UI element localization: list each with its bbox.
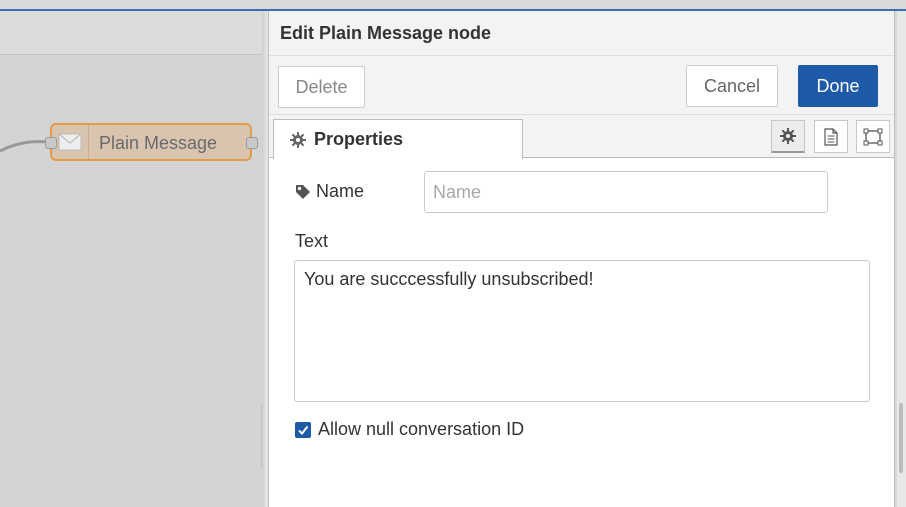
tab-appearance-button[interactable]	[856, 120, 890, 153]
tray-header: Edit Plain Message node	[269, 11, 894, 56]
tab-properties-label: Properties	[314, 129, 404, 149]
gear-icon	[780, 128, 796, 144]
description-icon	[824, 127, 838, 146]
right-scrollbar[interactable]	[897, 11, 906, 507]
name-input[interactable]	[424, 171, 828, 213]
tray-tabs: Properties	[269, 115, 894, 159]
envelope-icon	[52, 125, 89, 159]
name-label-text: Name	[316, 181, 365, 201]
name-field-label: Name	[295, 181, 364, 202]
tab-properties[interactable]: Properties	[273, 119, 523, 159]
allow-null-conversation-label: Allow null conversation ID	[318, 419, 525, 439]
tray-toolbar: Delete Cancel Done	[269, 56, 894, 115]
flow-node-plain-message[interactable]: Plain Message	[45, 123, 258, 161]
allow-null-conversation-row[interactable]: Allow null conversation ID	[295, 419, 524, 440]
node-output-port[interactable]	[246, 137, 258, 149]
tray-title: Edit Plain Message node	[280, 23, 492, 43]
text-field-label: Text	[295, 231, 329, 251]
workspace-canvas[interactable]: Plain Message	[0, 11, 262, 507]
appearance-icon	[863, 128, 883, 145]
done-button[interactable]: Done	[798, 65, 878, 107]
edit-tray: Edit Plain Message node Delete Cancel Do…	[268, 11, 895, 507]
scrollbar-thumb[interactable]	[899, 403, 903, 473]
text-input[interactable]: You are succcessfully unsubscribed!	[294, 260, 870, 402]
cancel-button[interactable]: Cancel	[686, 65, 778, 107]
delete-button[interactable]: Delete	[278, 66, 365, 108]
node-label: Plain Message	[99, 133, 218, 153]
checkmark-icon	[298, 425, 309, 435]
gear-icon	[290, 131, 306, 148]
tag-icon	[296, 184, 310, 199]
allow-null-conversation-checkbox[interactable]	[295, 421, 311, 438]
properties-form: Name Text You are succcessfully unsubscr…	[269, 159, 894, 507]
tab-description-button[interactable]	[814, 120, 848, 153]
tab-node-properties-button[interactable]	[771, 120, 805, 153]
